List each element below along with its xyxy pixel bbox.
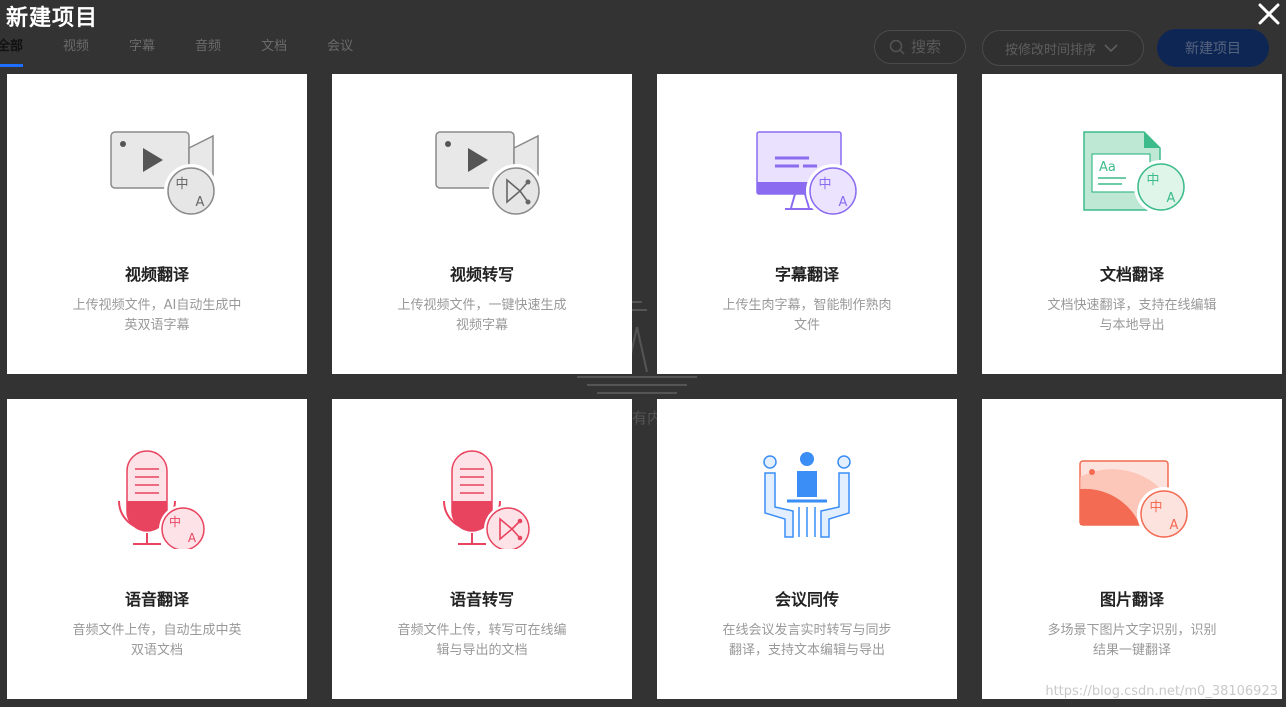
dialog-title: 新建项目 bbox=[6, 6, 99, 31]
document-translate-icon: Aa 中 A bbox=[1083, 131, 1188, 214]
card-title: 图片翻译 bbox=[1099, 590, 1164, 609]
tab-all[interactable]: 全部 bbox=[0, 37, 24, 67]
svg-text:A: A bbox=[1170, 518, 1179, 533]
image-translate-icon: 中 A bbox=[1079, 460, 1191, 541]
svg-text:中: 中 bbox=[175, 177, 188, 192]
new-project-button[interactable]: 新建项目 bbox=[1157, 29, 1269, 67]
card-description: 文档快速翻译，支持在线编辑与本地导出 bbox=[1047, 298, 1217, 333]
sort-dropdown[interactable]: 按修改时间排序 bbox=[982, 30, 1144, 66]
svg-text:中: 中 bbox=[1146, 173, 1159, 188]
card-description: 上传视频文件，一键快速生成视频字幕 bbox=[397, 298, 567, 333]
card-description: 在线会议发言实时转写与同步翻译，支持文本编辑与导出 bbox=[722, 623, 892, 658]
tab-document[interactable]: 文档 bbox=[261, 37, 287, 61]
card-description: 音频文件上传，自动生成中英双语文档 bbox=[72, 623, 242, 658]
card-video-transcribe[interactable]: 视频转写 上传视频文件，一键快速生成视频字幕 bbox=[332, 74, 632, 374]
new-project-dialog: 有内 新建项目 全部 视频 字幕 音频 文档 会议 按修改时间排序 新建项目 bbox=[0, 0, 1286, 707]
card-meeting-interpret[interactable]: 会议同传 在线会议发言实时转写与同步翻译，支持文本编辑与导出 bbox=[657, 399, 957, 699]
card-audio-transcribe[interactable]: 语音转写 音频文件上传，转写可在线编辑与导出的文档 bbox=[332, 399, 632, 699]
audio-translate-icon: 中 A bbox=[118, 450, 207, 549]
svg-text:A: A bbox=[1167, 191, 1176, 206]
tab-subtitle[interactable]: 字幕 bbox=[129, 37, 155, 61]
tab-meeting[interactable]: 会议 bbox=[327, 37, 353, 61]
card-image-translate[interactable]: 中 A 图片翻译 多场景下图片文字识别，识别结果一键翻译 bbox=[982, 399, 1282, 699]
tab-audio[interactable]: 音频 bbox=[195, 37, 221, 61]
sort-label: 按修改时间排序 bbox=[1005, 42, 1097, 58]
card-video-translate[interactable]: 中 A 视频翻译 上传视频文件，AI自动生成中英双语字幕 bbox=[7, 74, 307, 374]
chevron-down-icon bbox=[1104, 44, 1118, 53]
video-transcribe-icon bbox=[435, 131, 542, 218]
svg-text:Aa: Aa bbox=[1099, 160, 1116, 175]
category-tabs: 全部 视频 字幕 音频 文档 会议 bbox=[0, 37, 393, 67]
card-title: 文档翻译 bbox=[1099, 265, 1164, 284]
svg-text:A: A bbox=[839, 195, 848, 210]
card-audio-translate[interactable]: 中 A 语音翻译 音频文件上传，自动生成中英双语文档 bbox=[7, 399, 307, 699]
card-document-translate[interactable]: Aa 中 A 文档翻译 文档快速翻译，支持在线编辑与本地导出 bbox=[982, 74, 1282, 374]
card-title: 字幕翻译 bbox=[774, 265, 839, 284]
search-box[interactable] bbox=[874, 30, 966, 64]
svg-text:A: A bbox=[196, 195, 205, 210]
card-title: 视频转写 bbox=[449, 265, 514, 284]
svg-text:中: 中 bbox=[169, 514, 181, 529]
card-description: 音频文件上传，转写可在线编辑与导出的文档 bbox=[397, 623, 567, 658]
card-description: 上传生肉字幕，智能制作熟肉文件 bbox=[722, 298, 892, 333]
card-description: 多场景下图片文字识别，识别结果一键翻译 bbox=[1047, 623, 1217, 658]
tab-video[interactable]: 视频 bbox=[63, 37, 89, 61]
card-title: 语音转写 bbox=[449, 590, 514, 609]
card-title: 语音翻译 bbox=[124, 590, 189, 609]
card-title: 视频翻译 bbox=[124, 265, 189, 284]
search-icon bbox=[889, 39, 905, 55]
subtitle-translate-icon: 中 A bbox=[756, 131, 860, 218]
svg-text:中: 中 bbox=[818, 177, 831, 192]
card-description: 上传视频文件，AI自动生成中英双语字幕 bbox=[72, 298, 242, 333]
audio-transcribe-icon bbox=[443, 450, 532, 549]
watermark: https://blog.csdn.net/m0_38106923 bbox=[1045, 684, 1278, 699]
svg-text:A: A bbox=[188, 531, 197, 545]
video-translate-icon: 中 A bbox=[110, 131, 217, 218]
card-subtitle-translate[interactable]: 中 A 字幕翻译 上传生肉字幕，智能制作熟肉文件 bbox=[657, 74, 957, 374]
close-icon[interactable] bbox=[1256, 0, 1282, 28]
meeting-interpret-icon bbox=[763, 452, 851, 538]
svg-text:中: 中 bbox=[1149, 500, 1162, 515]
card-title: 会议同传 bbox=[774, 590, 839, 609]
search-input[interactable] bbox=[911, 38, 965, 56]
